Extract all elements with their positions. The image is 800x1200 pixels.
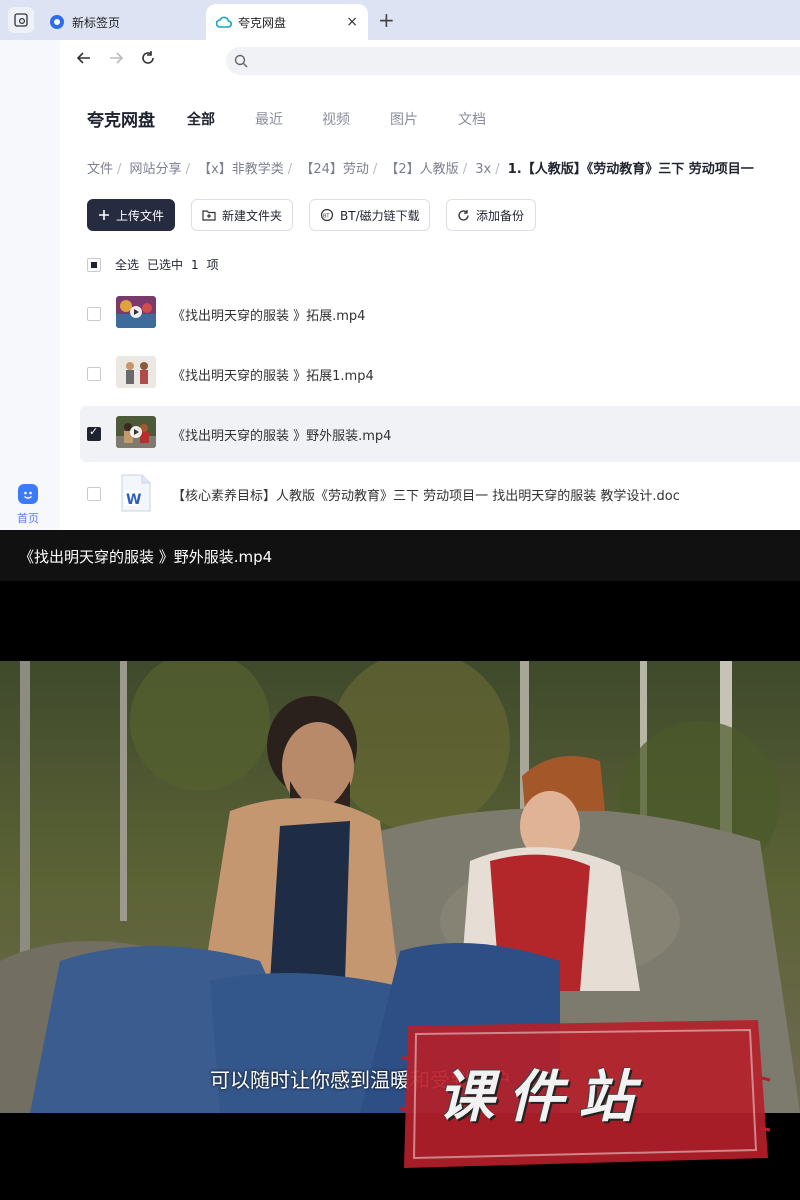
svg-text:BT: BT [323,214,330,220]
selected-prefix: 已选中 [147,258,184,272]
tab-label: 夸克网盘 [238,15,287,30]
category-all[interactable]: 全部 [187,109,215,129]
breadcrumb-item[interactable]: 【24】劳动 [300,162,369,177]
category-recent[interactable]: 最近 [255,109,283,129]
home-icon[interactable] [18,484,38,504]
selected-unit: 项 [206,258,219,272]
svg-text:W: W [126,492,141,508]
file-row[interactable]: W 【核心素养目标】人教版《劳动教育》三下 劳动项目一 找出明天穿的服装 教学设… [80,466,800,522]
navigation-bar [60,40,800,80]
file-checkbox-checked[interactable] [87,425,101,441]
search-icon [234,53,248,72]
file-checkbox[interactable] [87,367,101,381]
file-checkbox[interactable] [87,307,101,321]
select-all-label[interactable]: 全选 [115,256,139,273]
word-doc-icon: W [120,474,152,512]
cloud-icon [215,15,233,29]
new-folder-button[interactable]: 新建文件夹 [191,199,293,231]
breadcrumb-sep: / [287,162,293,177]
sync-icon [457,209,470,222]
watermark-text: 课件站 [438,1065,648,1130]
new-tab-button[interactable]: + [378,8,395,32]
file-name[interactable]: 《找出明天穿的服装 》拓展1.mp4 [172,365,374,384]
tab-search-icon[interactable] [8,7,34,33]
player-title-bar: 《找出明天穿的服装 》野外服装.mp4 [0,530,800,581]
video-thumbnail [116,416,156,448]
left-rail [0,40,60,530]
bt-download-label: BT/磁力链下载 [340,208,420,223]
breadcrumb-sep: / [372,162,378,177]
breadcrumb-item[interactable]: 3x [475,162,491,177]
tab-new-tab[interactable]: 新标签页 [40,4,202,40]
breadcrumb-item[interactable]: 网站分享 [130,162,182,177]
upload-button[interactable]: 上传文件 [87,199,175,231]
tab-label: 新标签页 [72,15,121,30]
folder-plus-icon [202,209,216,221]
add-backup-button[interactable]: 添加备份 [446,199,536,231]
address-bar[interactable] [226,47,800,75]
forward-arrow-icon[interactable] [108,50,124,71]
breadcrumb-item[interactable]: 【x】非教学类 [198,162,284,177]
player-title: 《找出明天穿的服装 》野外服装.mp4 [19,548,273,566]
breadcrumb-sep: / [185,162,190,177]
back-arrow-icon[interactable] [76,50,92,71]
breadcrumb: 文件 / 网站分享 / 【x】非教学类 / 【24】劳动 / 【2】人教版/ 3x/ 1… [87,158,800,177]
add-backup-label: 添加备份 [476,208,525,223]
browser-logo-icon [50,15,64,29]
category-video[interactable]: 视频 [322,109,350,129]
file-checkbox[interactable] [87,487,101,501]
magnet-icon: BT [320,208,334,222]
breadcrumb-sep: / [462,162,468,177]
video-thumbnail [116,356,156,388]
bt-download-button[interactable]: BT BT/磁力链下载 [309,199,430,231]
breadcrumb-sep: / [117,162,122,177]
file-name[interactable]: 《找出明天穿的服装 》野外服装.mp4 [172,425,391,444]
file-name[interactable]: 【核心素养目标】人教版《劳动教育》三下 劳动项目一 找出明天穿的服装 教学设计.… [172,485,680,504]
home-label[interactable]: 首页 [17,510,39,526]
brand-title: 夸克网盘 [87,111,155,131]
file-name[interactable]: 《找出明天穿的服装 》拓展.mp4 [172,305,365,324]
browser-tab-bar: 新标签页 夸克网盘 × + [0,0,800,40]
select-all-checkbox[interactable] [87,257,101,272]
new-folder-label: 新建文件夹 [222,208,283,223]
file-row[interactable]: 《找出明天穿的服装 》拓展1.mp4 [80,346,800,402]
breadcrumb-item[interactable]: 文件 [87,162,113,177]
plus-icon [98,209,110,221]
breadcrumb-item[interactable]: 【2】人教版 [385,162,458,177]
breadcrumb-sep: / [495,162,500,177]
close-icon[interactable]: × [346,14,358,30]
video-thumbnail [116,296,156,328]
file-row-selected[interactable]: 《找出明天穿的服装 》野外服装.mp4 [80,406,800,462]
tab-quark-drive[interactable]: 夸克网盘 × [206,4,368,40]
upload-label: 上传文件 [116,208,165,223]
breadcrumb-current: 1.【人教版】《劳动教育》三下 劳动项目一 [507,162,754,177]
reload-icon[interactable] [140,50,156,71]
category-image[interactable]: 图片 [390,109,418,129]
file-row[interactable]: 《找出明天穿的服装 》拓展.mp4 [80,286,800,342]
select-all-row: 全选 已选中 1 项 [87,256,219,273]
category-document[interactable]: 文档 [458,109,486,129]
selected-count: 1 [191,257,199,272]
